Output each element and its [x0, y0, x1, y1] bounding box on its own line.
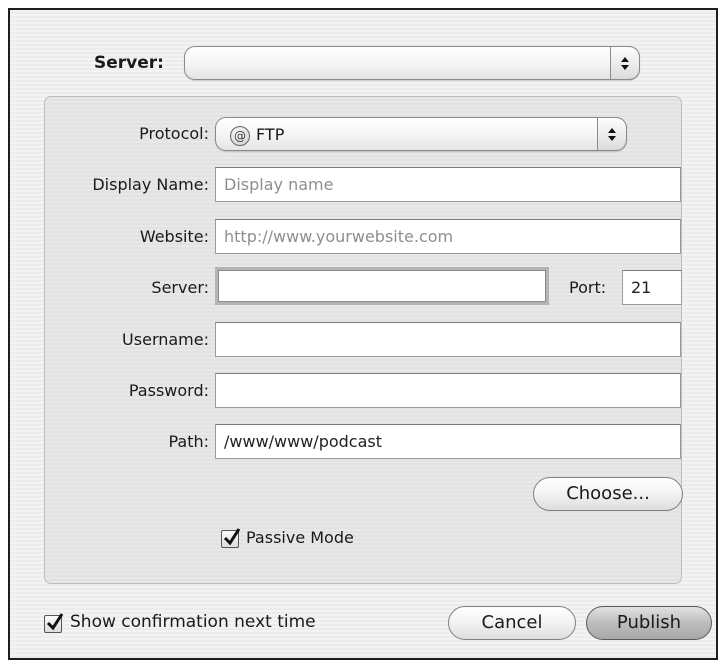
username-field[interactable]	[215, 322, 681, 357]
select-arrows-icon	[610, 46, 640, 80]
checkmark-icon	[46, 613, 64, 631]
path-field[interactable]: /www/www/podcast	[215, 424, 681, 459]
display-name-label: Display Name:	[92, 175, 209, 194]
password-label: Password:	[128, 381, 209, 400]
display-name-field[interactable]: Display name	[215, 167, 681, 202]
website-label: Website:	[139, 227, 209, 246]
server-select[interactable]	[184, 46, 640, 80]
ftp-settings-group: Protocol: @ FTP Display Name: Display nam…	[44, 96, 683, 584]
server-select-label: Server:	[94, 53, 164, 73]
website-field[interactable]: http://www.yourwebsite.com	[215, 219, 681, 254]
username-label: Username:	[122, 330, 209, 349]
show-confirmation-label: Show confirmation next time	[70, 612, 316, 632]
port-label: Port:	[569, 278, 607, 297]
password-field[interactable]	[215, 373, 681, 408]
protocol-select-value: FTP	[256, 125, 285, 144]
cancel-button[interactable]: Cancel	[448, 606, 576, 640]
at-sign-icon: @	[230, 125, 250, 146]
ftp-server-field[interactable]	[215, 267, 549, 305]
show-confirmation-checkbox[interactable]	[44, 613, 64, 633]
path-label: Path:	[168, 432, 209, 451]
port-field[interactable]: 21	[622, 270, 682, 305]
choose-button[interactable]: Choose...	[533, 477, 683, 511]
ftp-server-label: Server:	[151, 278, 209, 297]
publish-button[interactable]: Publish	[586, 606, 712, 640]
passive-mode-checkbox[interactable]	[221, 528, 241, 548]
select-arrows-icon	[597, 117, 627, 151]
checkmark-icon	[223, 528, 241, 546]
protocol-label: Protocol:	[139, 124, 209, 143]
protocol-select[interactable]: @ FTP	[215, 117, 627, 151]
protocol-select-content: @ FTP	[230, 125, 284, 146]
passive-mode-label: Passive Mode	[246, 528, 354, 547]
publish-dialog: Server: Protocol: @ FTP Display Name: Dis…	[8, 8, 718, 660]
